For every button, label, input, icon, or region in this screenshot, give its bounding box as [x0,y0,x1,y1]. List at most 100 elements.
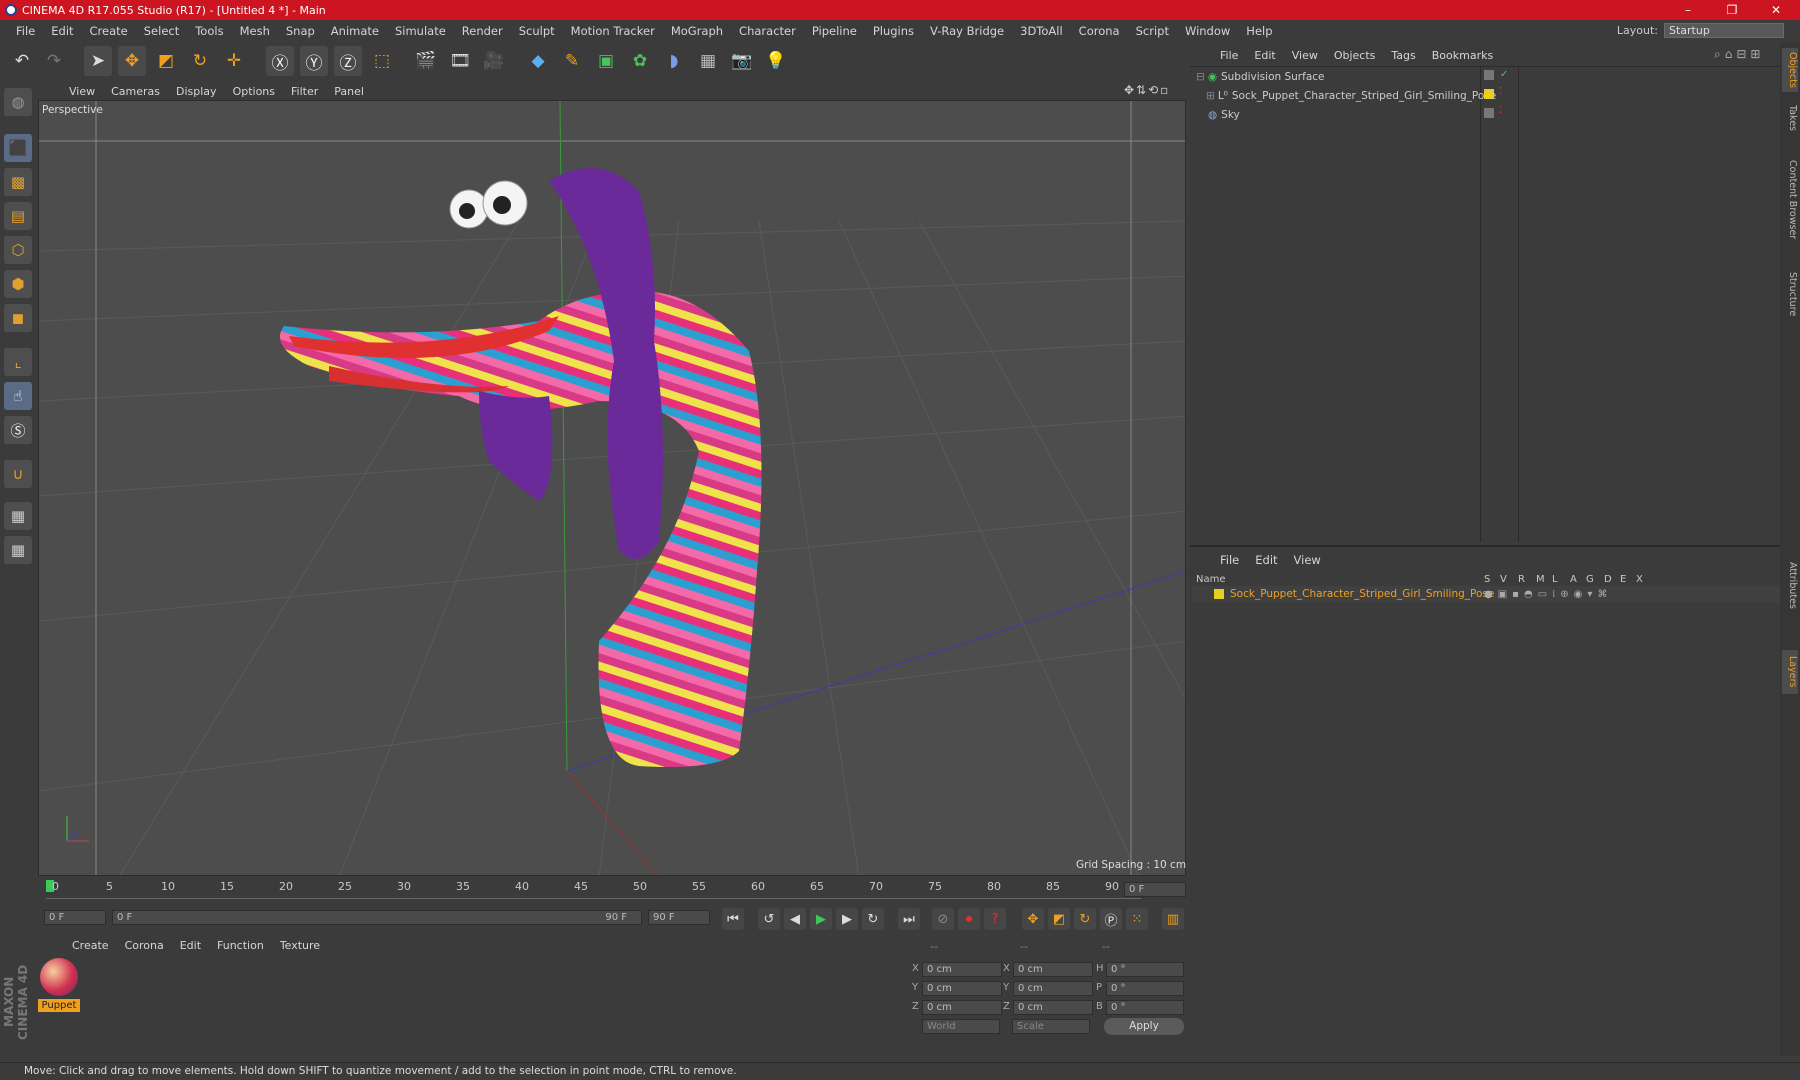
model-mode-icon[interactable]: ⬛ [4,134,32,162]
minimize-button[interactable]: – [1666,0,1710,20]
layer-toggle-icon[interactable] [1484,108,1494,118]
snap-icon[interactable]: Ⓢ [4,416,32,444]
spline-pen-icon[interactable]: ✎ [558,46,586,76]
tab-takes[interactable]: Takes [1782,98,1798,138]
light-object-icon[interactable]: 💡 [762,46,790,76]
menu-script[interactable]: Script [1128,24,1177,38]
x-axis-lock-icon[interactable]: Ⓧ [266,46,294,76]
rot-h-field[interactable]: 0 ° [1106,962,1184,977]
menu-animate[interactable]: Animate [323,24,387,38]
preview-range-slider[interactable]: 0 F 90 F [112,910,642,925]
record-keys-disabled-icon[interactable]: ⊘ [932,908,954,930]
goto-end-icon[interactable]: ⏭ [898,908,920,930]
recent-tool-icon[interactable]: ✛ [220,46,248,76]
tab-content-browser[interactable]: Content Browser [1782,140,1798,260]
scale-tool-icon[interactable]: ◩ [152,46,180,76]
menu-character[interactable]: Character [731,24,804,38]
rot-b-field[interactable]: 0 ° [1106,1000,1184,1015]
menu-help[interactable]: Help [1238,24,1280,38]
timeline-ruler[interactable]: 0 5 10 15 20 25 30 35 40 45 50 55 60 65 … [36,878,1188,900]
vp-menu-filter[interactable]: Filter [283,85,326,98]
texture-mode-icon[interactable]: ▩ [4,168,32,196]
object-manager-nav-icons[interactable]: ⌕⌂⊟⊞ [1714,47,1764,62]
menu-vray-bridge[interactable]: V-Ray Bridge [922,24,1012,38]
mat-menu-create[interactable]: Create [64,939,117,952]
grid-snap-icon[interactable]: ▦ [4,536,32,564]
tab-layers[interactable]: Layers [1782,650,1798,694]
magnet-icon[interactable]: ∪ [4,460,32,488]
tweak-mode-icon[interactable]: ☝ [4,382,32,410]
material-name-label[interactable]: Puppet [38,999,80,1012]
layer-row[interactable]: Sock_Puppet_Character_Striped_Girl_Smili… [1192,586,1780,602]
obj-menu-file[interactable]: File [1212,49,1246,62]
object-row-sock-puppet[interactable]: ⊞ L⁰ Sock_Puppet_Character_Striped_Girl_… [1192,87,1496,105]
menu-simulate[interactable]: Simulate [387,24,454,38]
prev-key-icon[interactable]: ↺ [758,908,780,930]
apply-button[interactable]: Apply [1104,1018,1184,1035]
visibility-dot-icon[interactable]: ⁚ [1499,86,1502,97]
redo-icon[interactable]: ↷ [40,46,68,76]
points-mode-icon[interactable]: ⬡ [4,236,32,264]
mat-menu-corona[interactable]: Corona [117,939,172,952]
next-key-icon[interactable]: ↻ [862,908,884,930]
end-frame-field[interactable]: 90 F [648,910,710,925]
puppet-material-swatch[interactable] [40,958,78,996]
pos-z-field[interactable]: 0 cm [922,1000,1002,1015]
goto-start-icon[interactable]: ⏮ [722,908,744,930]
visibility-dot-icon[interactable]: ⁚ [1499,105,1502,116]
y-axis-lock-icon[interactable]: Ⓨ [300,46,328,76]
make-editable-icon[interactable]: ◍ [4,88,32,116]
mat-menu-function[interactable]: Function [209,939,272,952]
axis-mode-icon[interactable]: ⌞ [4,348,32,376]
layer-menu-edit[interactable]: Edit [1247,553,1285,567]
menu-plugins[interactable]: Plugins [865,24,922,38]
layout-dropdown[interactable]: Startup [1664,23,1784,38]
key-pla-icon[interactable]: ⁙ [1126,908,1148,930]
tab-structure[interactable]: Structure [1782,264,1798,324]
obj-menu-bookmarks[interactable]: Bookmarks [1424,49,1501,62]
polygons-mode-icon[interactable]: ◼ [4,304,32,332]
select-tool-icon[interactable]: ➤ [84,46,112,76]
move-tool-icon[interactable]: ✥ [118,46,146,76]
workplane-mode-icon[interactable]: ▤ [4,202,32,230]
check-icon[interactable]: ✓ [1500,69,1508,80]
tab-attributes[interactable]: Attributes [1782,550,1798,620]
cube-object-icon[interactable]: ◆ [524,46,552,76]
coord-scale-dropdown[interactable]: Scale [1012,1019,1090,1034]
timeline-window-icon[interactable]: ▥ [1162,908,1184,930]
layer-menu-view[interactable]: View [1286,553,1329,567]
prev-frame-icon[interactable]: ◀ [784,908,806,930]
menu-render[interactable]: Render [454,24,511,38]
key-scale-icon[interactable]: ◩ [1048,908,1070,930]
workplane-lock-icon[interactable]: ▦ [4,502,32,530]
subdivision-surface-icon[interactable]: ▣ [592,46,620,76]
rot-p-field[interactable]: 0 ° [1106,981,1184,996]
layer-toggle-icon[interactable] [1484,70,1494,80]
coordinate-system-icon[interactable]: ⬚ [368,46,396,76]
pos-x-field[interactable]: 0 cm [922,962,1002,977]
maximize-button[interactable]: ❐ [1710,0,1754,20]
render-view-icon[interactable]: 🎬 [412,46,440,76]
current-frame-field[interactable]: 0 F [1124,882,1186,897]
size-z-field[interactable]: 0 cm [1013,1000,1093,1015]
menu-motion-tracker[interactable]: Motion Tracker [563,24,663,38]
menu-corona[interactable]: Corona [1071,24,1128,38]
vp-menu-display[interactable]: Display [168,85,225,98]
edges-mode-icon[interactable]: ⬢ [4,270,32,298]
mograph-cloner-icon[interactable]: ✿ [626,46,654,76]
key-rotation-icon[interactable]: ↻ [1074,908,1096,930]
object-row-sky[interactable]: ◍ Sky [1192,106,1480,124]
render-picture-viewer-icon[interactable]: 🎞 [446,46,474,76]
menu-mograph[interactable]: MoGraph [663,24,731,38]
mat-menu-texture[interactable]: Texture [272,939,328,952]
start-frame-field[interactable]: 0 F [44,910,106,925]
menu-pipeline[interactable]: Pipeline [804,24,865,38]
camera-object-icon[interactable]: 📷 [728,46,756,76]
auto-key-icon[interactable]: ? [984,908,1006,930]
next-frame-icon[interactable]: ▶ [836,908,858,930]
menu-file[interactable]: File [8,24,43,38]
size-y-field[interactable]: 0 cm [1013,981,1093,996]
layer-menu-file[interactable]: File [1212,553,1247,567]
vp-menu-panel[interactable]: Panel [326,85,372,98]
size-x-field[interactable]: 0 cm [1013,962,1093,977]
